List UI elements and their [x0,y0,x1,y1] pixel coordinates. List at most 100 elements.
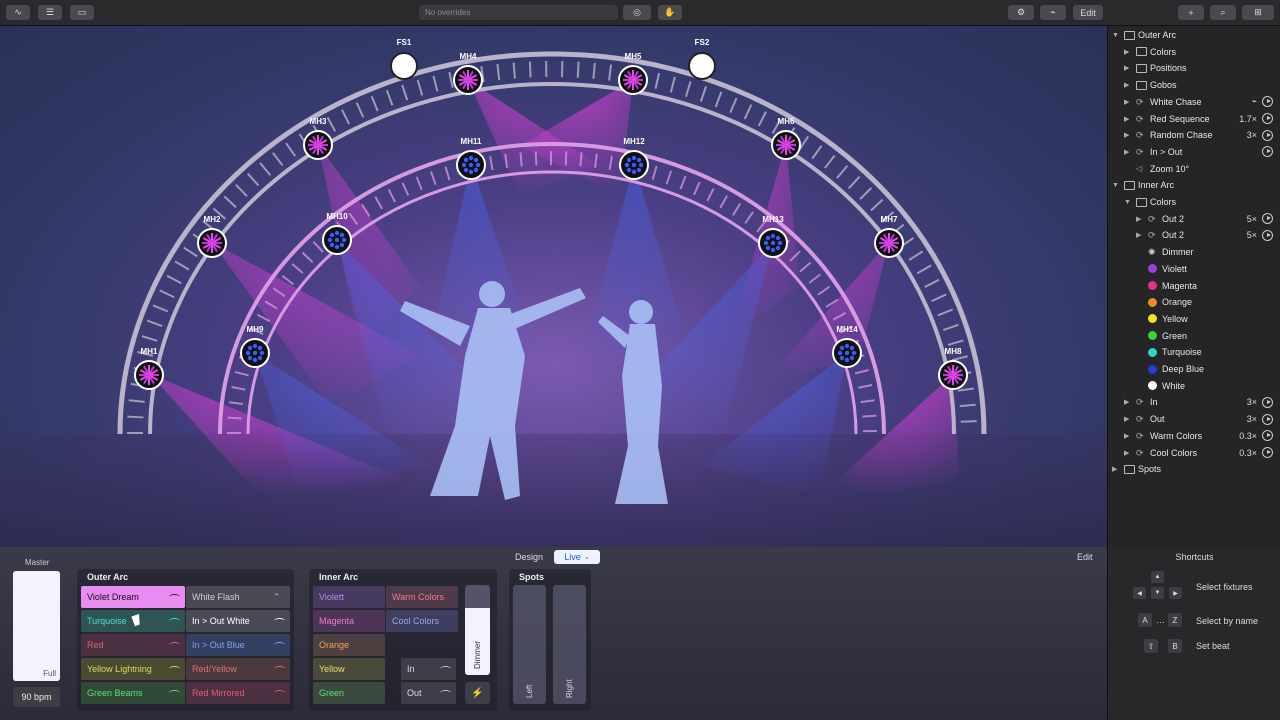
outer-arc-right-cue[interactable]: Red/Yellow [186,658,290,680]
disclosure-closed-icon[interactable]: ▶ [1124,48,1132,56]
tree-row[interactable]: ▼ Outer Arc [1108,27,1280,43]
disclosure-closed-icon[interactable]: ▶ [1124,115,1132,123]
outer-arc-left-cue[interactable]: Red [81,634,185,656]
play-icon[interactable] [1262,447,1273,458]
disclosure-closed-icon[interactable]: ▶ [1124,415,1132,423]
tree-row[interactable]: ▶ ⟳ Random Chase 3× [1108,127,1280,143]
tree-row[interactable]: Turquoise [1108,344,1280,360]
stage-visualizer[interactable]: FS1 FS2 MH1 MH2 MH3 MH4 MH5 MH6 MH7 MH8 MH9 MH10 MH1… [0,26,1107,547]
tree-row[interactable]: ▶ Colors [1108,44,1280,60]
tree-row[interactable]: ▶ ⟳ In 3× [1108,394,1280,410]
patch-view-button[interactable]: ∿ [6,5,30,20]
disclosure-closed-icon[interactable]: ▶ [1124,131,1132,139]
fixture-mh14[interactable] [832,338,862,368]
disclosure-closed-icon[interactable]: ▶ [1124,81,1132,89]
tree-row[interactable]: White [1108,378,1280,394]
outer-arc-left-cue[interactable]: Yellow Lightning [81,658,185,680]
tree-row[interactable]: ▶ Gobos [1108,77,1280,93]
search-button[interactable]: ⌕ [1210,5,1236,20]
inner-arc-right-cue[interactable]: Cool Colors [386,610,458,632]
disclosure-closed-icon[interactable]: ▶ [1124,398,1132,406]
disclosure-closed-icon[interactable]: ▶ [1124,98,1132,106]
edit-button[interactable]: Edit [1073,5,1103,20]
fixture-mh3[interactable] [303,130,333,160]
fixture-mh12[interactable] [619,150,649,180]
disclosure-closed-icon[interactable]: ▶ [1124,64,1132,72]
inner-arc-left-cue[interactable]: Orange [313,634,385,656]
inner-arc-right-cue[interactable]: Warm Colors [386,586,458,608]
fixture-mh4[interactable] [453,65,483,95]
tree-row[interactable]: ✺ Dimmer [1108,244,1280,260]
disclosure-closed-icon[interactable]: ▶ [1124,148,1132,156]
tree-row[interactable]: Yellow [1108,311,1280,327]
fixture-mh8[interactable] [938,360,968,390]
play-icon[interactable] [1262,146,1273,158]
hand-button[interactable]: ✋ [658,5,682,20]
inner-arc-left-cue[interactable]: Green [313,682,385,704]
tree-row[interactable]: ▶ ⟳ Out 3× [1108,411,1280,427]
disclosure-closed-icon[interactable]: ▶ [1136,231,1144,239]
out-button[interactable]: Out [401,682,456,704]
playback-edit-button[interactable]: Edit [1077,552,1093,562]
play-icon[interactable] [1262,96,1273,108]
tree-row[interactable]: ▶ ⟳ White Chase ⌁ [1108,94,1280,110]
fixture-mh9[interactable] [240,338,270,368]
settings-button[interactable]: ⚙ [1008,5,1034,20]
fixture-fs1[interactable] [390,52,418,80]
layout-button[interactable]: ⊞ [1242,5,1274,20]
outer-arc-right-cue[interactable]: Red Mirrored [186,682,290,704]
tree-row[interactable]: ▼ Inner Arc [1108,177,1280,193]
play-icon[interactable] [1262,229,1273,241]
disclosure-open-icon[interactable]: ▼ [1112,182,1120,189]
tree-row[interactable]: ▶ ⟳ Out 2 5× [1108,211,1280,227]
fixture-mh2[interactable] [197,228,227,258]
tree-row[interactable]: ▼ Colors [1108,194,1280,210]
play-icon[interactable] [1262,113,1273,124]
fixture-mh11[interactable] [456,150,486,180]
play-icon[interactable] [1262,213,1273,225]
disclosure-open-icon[interactable]: ▼ [1112,32,1120,39]
wand-button[interactable]: ⌁ [1040,5,1066,20]
disclosure-closed-icon[interactable]: ▶ [1112,465,1120,473]
fixture-mh6[interactable] [771,130,801,160]
tree-row[interactable]: ▶ ⟳ Warm Colors 0.3× [1108,428,1280,444]
play-icon[interactable] [1262,396,1273,408]
fixture-mh7[interactable] [874,228,904,258]
tree-row[interactable]: Magenta [1108,278,1280,294]
inner-arc-left-cue[interactable]: Magenta [313,610,385,632]
spot-right-fader[interactable]: Right [553,585,586,704]
faders-view-button[interactable]: ☰ [38,5,62,20]
bpm-button[interactable]: 90 bpm [13,687,60,707]
tree-row[interactable]: Green [1108,328,1280,344]
in-button[interactable]: In [401,658,456,680]
add-button[interactable]: + [1178,5,1204,20]
tree-row[interactable]: ◁ Zoom 10° [1108,161,1280,177]
hide-button[interactable]: ◎ [623,5,651,20]
fixture-mh1[interactable] [134,360,164,390]
tree-row[interactable]: ▶ ⟳ Cool Colors 0.3× [1108,445,1280,461]
spot-left-fader[interactable]: Left [513,585,546,704]
tree-row[interactable]: Orange [1108,294,1280,310]
disclosure-closed-icon[interactable]: ▶ [1124,432,1132,440]
outer-arc-left-cue[interactable]: Green Beams [81,682,185,704]
tree-row[interactable]: ▶ Positions [1108,60,1280,76]
disclosure-closed-icon[interactable]: ▶ [1136,215,1144,223]
overrides-field[interactable]: No overrides [419,5,618,20]
tree-row[interactable]: ▶ ⟳ Out 2 5× [1108,227,1280,243]
outer-arc-right-cue[interactable]: In > Out Blue [186,634,290,656]
stage-view-button[interactable]: ▭ [70,5,94,20]
disclosure-closed-icon[interactable]: ▶ [1124,449,1132,457]
fixture-fs2[interactable] [688,52,716,80]
play-icon[interactable] [1262,413,1273,425]
tree-row[interactable]: ▶ ⟳ In > Out [1108,144,1280,160]
play-icon[interactable] [1262,430,1273,442]
dimmer-fader[interactable]: Dimmer [465,585,490,675]
master-fader[interactable]: Full [13,571,60,681]
tree-row[interactable]: ▶ Spots [1108,461,1280,477]
live-tab[interactable]: Live ⌄ [554,550,600,564]
outer-arc-right-cue[interactable]: White Flash ⌁ [186,586,290,608]
play-icon[interactable] [1262,129,1273,141]
outer-arc-left-cue[interactable]: Violet Dream [81,586,185,608]
outer-arc-right-cue[interactable]: In > Out White [186,610,290,632]
tree-row[interactable]: ▶ ⟳ Red Sequence 1.7× [1108,111,1280,127]
